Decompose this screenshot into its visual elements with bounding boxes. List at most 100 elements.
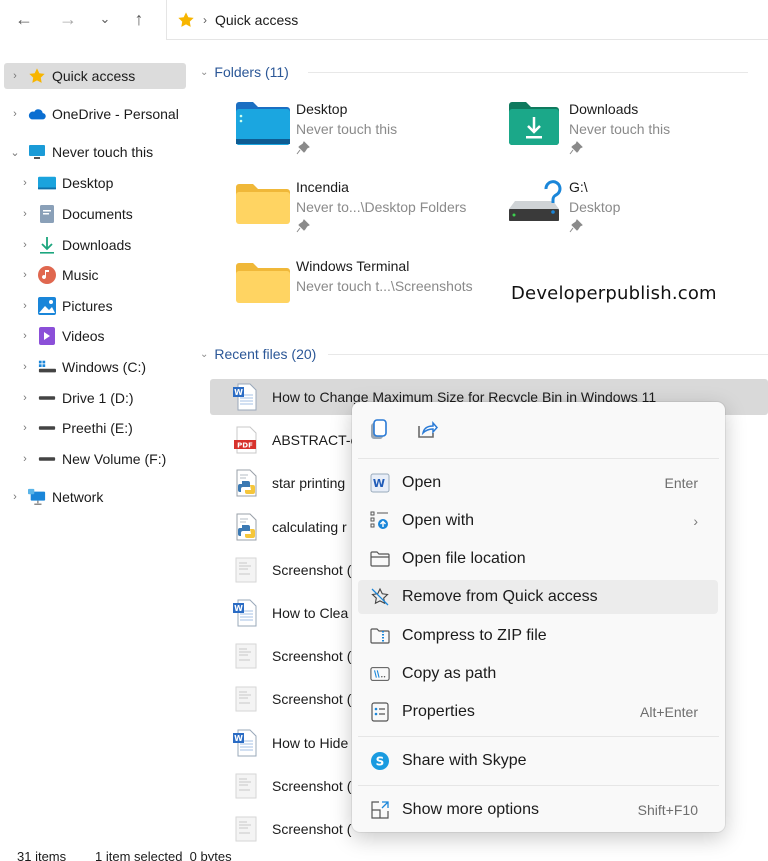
chevron-right-icon[interactable]: ›: [18, 361, 32, 373]
sidebar-item-label: Preethi (E:): [62, 420, 133, 436]
svg-text:S: S: [376, 755, 385, 769]
status-bar: 31 items 1 item selected 0 bytes: [0, 848, 768, 861]
sidebar-item-this-pc[interactable]: ⌄ Never touch this: [8, 139, 153, 165]
chevron-right-icon[interactable]: ›: [18, 300, 32, 312]
skype-icon: S: [370, 751, 390, 771]
breadcrumb-quick-access[interactable]: Quick access: [215, 12, 298, 28]
chevron-right-icon[interactable]: ›: [18, 208, 32, 220]
svg-text:W: W: [234, 604, 243, 613]
sidebar-item-pictures[interactable]: › Pictures: [18, 293, 113, 319]
sidebar-item-videos[interactable]: › Videos: [18, 323, 105, 349]
share-button[interactable]: [415, 418, 439, 442]
sidebar-item-label: Desktop: [62, 175, 114, 191]
recent-files-section-header[interactable]: ⌄ Recent files (20): [200, 344, 768, 364]
up-button[interactable]: ↑: [128, 8, 150, 30]
menu-item-label: Open with: [402, 512, 475, 529]
videos-icon: [38, 327, 56, 345]
tile-name: Desktop: [296, 101, 348, 117]
menu-item-open-file-location[interactable]: Open file location: [358, 542, 718, 576]
copy-button[interactable]: [367, 418, 391, 442]
menu-item-label: Open: [402, 474, 442, 491]
svg-text:W: W: [234, 734, 243, 743]
chevron-right-icon[interactable]: ›: [18, 422, 32, 434]
chevron-right-icon[interactable]: ›: [18, 453, 32, 465]
desktop-folder-icon: [236, 102, 290, 145]
menu-item-open-with[interactable]: Open with ›: [358, 504, 718, 538]
sidebar-item-drive-d[interactable]: › Drive 1 (D:): [18, 385, 134, 411]
folder-tile-desktop[interactable]: Desktop Never touch this: [236, 101, 496, 167]
file-name: Screenshot (: [272, 648, 352, 665]
sidebar-item-windows-c[interactable]: › Windows (C:): [18, 354, 146, 380]
menu-item-copy-as-path[interactable]: Copy as path: [358, 657, 718, 691]
chevron-right-icon[interactable]: ›: [18, 239, 32, 251]
back-button[interactable]: ←: [13, 8, 35, 30]
chevron-right-icon[interactable]: ›: [8, 108, 22, 120]
menu-divider: [358, 458, 719, 459]
menu-item-label: Copy as path: [402, 665, 497, 682]
folder-outline-icon: [370, 549, 390, 569]
sidebar-item-label: Drive 1 (D:): [62, 390, 134, 406]
chevron-down-icon[interactable]: ⌄: [8, 146, 22, 159]
sidebar-item-quick-access[interactable]: › Quick access: [4, 63, 186, 89]
menu-item-properties[interactable]: Properties Alt+Enter: [358, 695, 718, 729]
menu-item-label: Open file location: [402, 550, 526, 567]
chevron-right-icon[interactable]: ›: [18, 330, 32, 342]
menu-item-label: Compress to ZIP file: [402, 627, 547, 644]
menu-item-shortcut: Enter: [664, 475, 698, 491]
pin-icon: [569, 141, 583, 155]
download-arrow-icon: [38, 236, 56, 254]
pc-monitor-icon: [28, 143, 46, 161]
screenshot-thumb-icon: [232, 556, 260, 584]
tile-location: Desktop: [569, 199, 621, 215]
menu-item-label: Properties: [402, 703, 475, 720]
folder-icon: [236, 263, 290, 303]
folder-tile-incendia[interactable]: Incendia Never to...\Desktop Folders: [236, 179, 496, 245]
breadcrumb-separator-icon: ›: [203, 12, 207, 27]
section-divider: [308, 72, 748, 73]
sidebar-item-documents[interactable]: › Documents: [18, 201, 133, 227]
forward-button[interactable]: →: [57, 8, 79, 30]
drive-tile-g[interactable]: G:\ Desktop: [509, 179, 768, 245]
file-name: Screenshot (: [272, 561, 352, 578]
chevron-down-icon: ⌄: [99, 11, 111, 26]
address-bar[interactable]: › Quick access: [166, 0, 768, 40]
folder-tile-windows-terminal[interactable]: Windows Terminal Never touch t...\Screen…: [236, 258, 496, 324]
drive-icon: [38, 419, 56, 437]
chevron-right-icon[interactable]: ›: [8, 70, 22, 82]
sidebar-item-network[interactable]: › Network: [8, 484, 103, 510]
menu-item-compress-to-zip-file[interactable]: Compress to ZIP file: [358, 619, 718, 653]
chevron-right-icon[interactable]: ›: [18, 392, 32, 404]
menu-item-show-more-options[interactable]: Show more options Shift+F10: [358, 793, 718, 827]
sidebar-item-drive-f[interactable]: › New Volume (F:): [18, 446, 166, 472]
copy-path-icon: [370, 664, 390, 684]
screenshot-thumb-icon: [232, 772, 260, 800]
menu-item-open[interactable]: W Open Enter: [358, 466, 718, 500]
menu-divider: [358, 785, 719, 786]
sidebar-item-desktop[interactable]: › Desktop: [18, 170, 113, 196]
menu-item-label: Remove from Quick access: [402, 588, 598, 605]
sidebar-item-label: Documents: [62, 206, 133, 222]
menu-item-share-with-skype[interactable]: S Share with Skype: [358, 744, 718, 778]
sidebar-item-onedrive[interactable]: › OneDrive - Personal: [8, 101, 179, 127]
star-icon: [178, 11, 194, 27]
sidebar-item-downloads[interactable]: › Downloads: [18, 232, 131, 258]
show-more-icon: [370, 800, 390, 820]
file-name: Screenshot (: [272, 691, 352, 708]
folder-tile-downloads[interactable]: Downloads Never touch this: [509, 101, 768, 167]
tile-name: Windows Terminal: [296, 258, 410, 274]
properties-icon: [370, 702, 390, 722]
chevron-right-icon[interactable]: ›: [18, 177, 32, 189]
pdf-icon: PDF: [232, 426, 260, 454]
navigation-bar: ← → ⌄ ↑ › Quick access: [0, 0, 768, 40]
menu-item-remove-from-quick-access[interactable]: Remove from Quick access: [358, 580, 718, 614]
sidebar-item-music[interactable]: › Music: [18, 262, 99, 288]
chevron-right-icon[interactable]: ›: [8, 491, 22, 503]
sidebar-item-label: Pictures: [62, 298, 113, 314]
tile-location: Never touch this: [296, 121, 398, 137]
chevron-right-icon[interactable]: ›: [18, 269, 32, 281]
folders-section-header[interactable]: ⌄ Folders (11): [200, 62, 748, 82]
recent-locations-button[interactable]: ⌄: [94, 8, 116, 30]
file-name: star printing: [272, 475, 346, 492]
menu-item-shortcut: Alt+Enter: [640, 704, 698, 720]
sidebar-item-drive-e[interactable]: › Preethi (E:): [18, 415, 133, 441]
